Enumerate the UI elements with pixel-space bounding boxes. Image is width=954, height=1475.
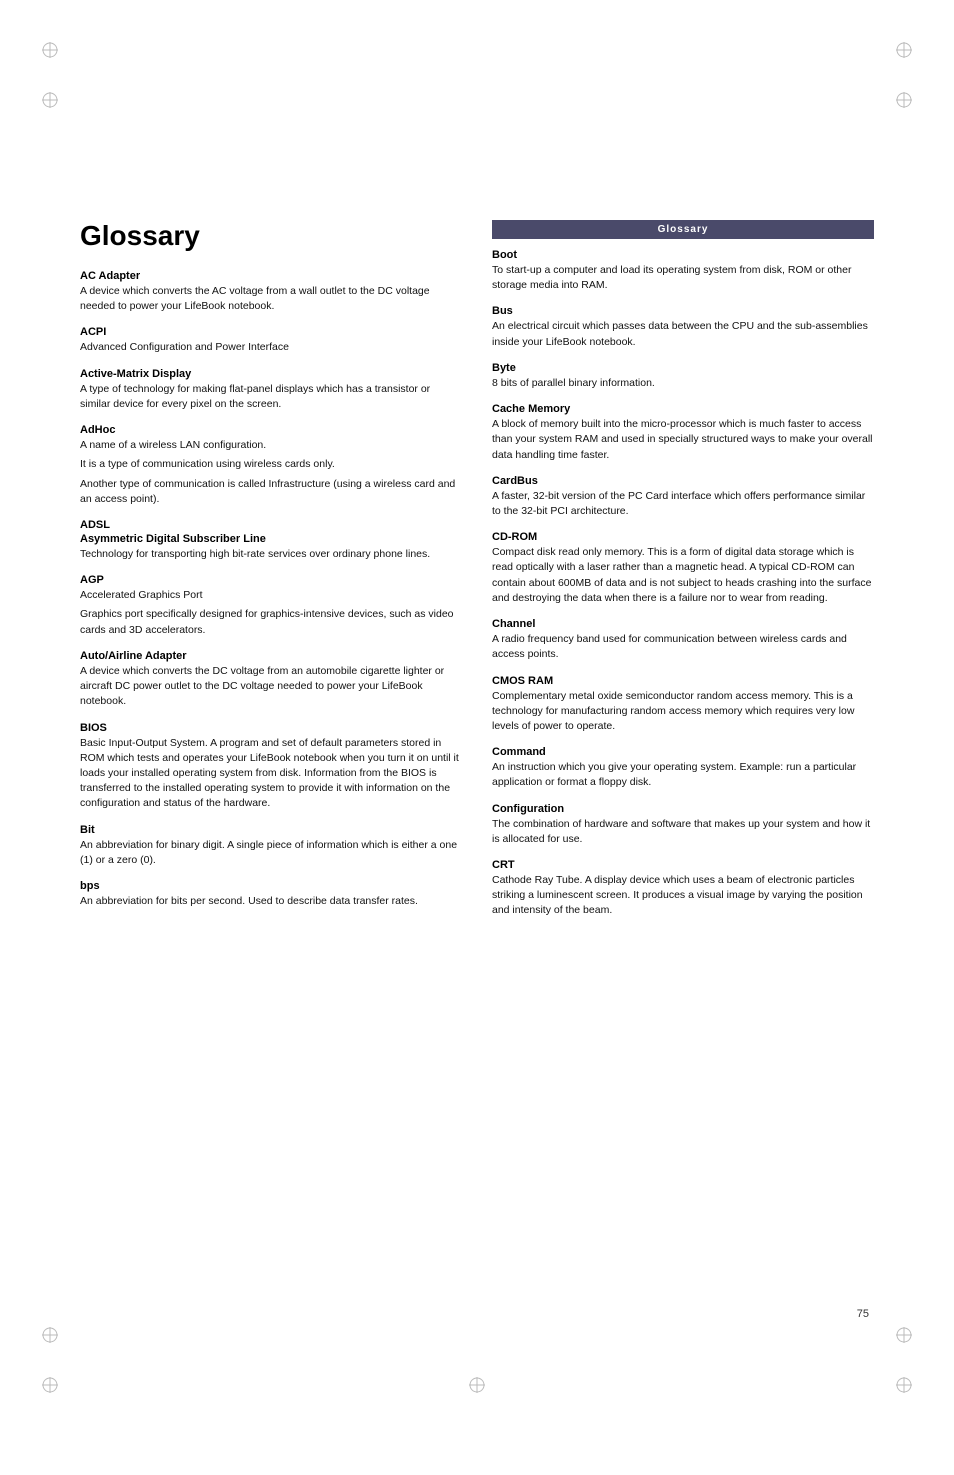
- term-def-agp-extra: Graphics port specifically designed for …: [80, 607, 462, 637]
- term-name-bus: Bus: [492, 305, 874, 317]
- term-def-active-matrix: A type of technology for making flat-pan…: [80, 382, 462, 412]
- left-column: Glossary AC Adapter A device which conve…: [80, 220, 462, 1295]
- term-bios: BIOS Basic Input-Output System. A progra…: [80, 722, 462, 812]
- term-name-bios: BIOS: [80, 722, 462, 734]
- term-name-cd-rom: CD-ROM: [492, 531, 874, 543]
- reg-mark-tr: [894, 40, 914, 60]
- term-def-command: An instruction which you give your opera…: [492, 760, 874, 790]
- term-channel: Channel A radio frequency band used for …: [492, 618, 874, 662]
- term-def-ac-adapter: A device which converts the AC voltage f…: [80, 284, 462, 314]
- term-name-channel: Channel: [492, 618, 874, 630]
- term-byte: Byte 8 bits of parallel binary informati…: [492, 362, 874, 391]
- term-def-bus: An electrical circuit which passes data …: [492, 319, 874, 349]
- term-cd-rom: CD-ROM Compact disk read only memory. Th…: [492, 531, 874, 606]
- reg-mark-br: [894, 1375, 914, 1395]
- right-column: Glossary Boot To start-up a computer and…: [492, 220, 874, 1295]
- term-cmos-ram: CMOS RAM Complementary metal oxide semic…: [492, 675, 874, 735]
- term-def-adhoc-extra1: It is a type of communication using wire…: [80, 457, 462, 472]
- reg-mark-r2: [894, 90, 914, 110]
- term-def-cardbus: A faster, 32-bit version of the PC Card …: [492, 489, 874, 519]
- term-acpi: ACPI Advanced Configuration and Power In…: [80, 326, 462, 355]
- term-def-bios: Basic Input-Output System. A program and…: [80, 736, 462, 812]
- term-name-boot: Boot: [492, 249, 874, 261]
- term-name-ac-adapter: AC Adapter: [80, 270, 462, 282]
- term-command: Command An instruction which you give yo…: [492, 746, 874, 790]
- term-ac-adapter: AC Adapter A device which converts the A…: [80, 270, 462, 314]
- term-def-agp: Accelerated Graphics Port: [80, 588, 462, 603]
- term-name-acpi: ACPI: [80, 326, 462, 338]
- term-def-auto-airline: A device which converts the DC voltage f…: [80, 664, 462, 710]
- reg-mark-l2: [40, 90, 60, 110]
- header-bar: Glossary: [492, 220, 874, 239]
- term-def-cache-memory: A block of memory built into the micro-p…: [492, 417, 874, 463]
- page-title: Glossary: [80, 220, 462, 252]
- term-active-matrix: Active-Matrix Display A type of technolo…: [80, 368, 462, 412]
- term-adsl: ADSL Asymmetric Digital Subscriber Line …: [80, 519, 462, 562]
- term-def-adhoc: A name of a wireless LAN configuration.: [80, 438, 462, 453]
- term-def-cmos-ram: Complementary metal oxide semiconductor …: [492, 689, 874, 735]
- term-name-command: Command: [492, 746, 874, 758]
- reg-mark-bc: [467, 1375, 487, 1395]
- term-agp: AGP Accelerated Graphics Port Graphics p…: [80, 574, 462, 638]
- term-bus: Bus An electrical circuit which passes d…: [492, 305, 874, 349]
- term-subname-adsl: Asymmetric Digital Subscriber Line: [80, 533, 462, 545]
- term-name-bps: bps: [80, 880, 462, 892]
- term-def-adsl: Technology for transporting high bit-rat…: [80, 547, 462, 562]
- term-configuration: Configuration The combination of hardwar…: [492, 803, 874, 847]
- reg-mark-tl: [40, 40, 60, 60]
- term-name-bit: Bit: [80, 824, 462, 836]
- reg-mark-bl: [40, 1375, 60, 1395]
- term-bps: bps An abbreviation for bits per second.…: [80, 880, 462, 909]
- term-auto-airline: Auto/Airline Adapter A device which conv…: [80, 650, 462, 710]
- term-def-byte: 8 bits of parallel binary information.: [492, 376, 874, 391]
- term-def-bps: An abbreviation for bits per second. Use…: [80, 894, 462, 909]
- reg-mark-br2: [894, 1325, 914, 1345]
- term-name-adhoc: AdHoc: [80, 424, 462, 436]
- term-def-acpi: Advanced Configuration and Power Interfa…: [80, 340, 462, 355]
- term-def-boot: To start-up a computer and load its oper…: [492, 263, 874, 293]
- term-def-crt: Cathode Ray Tube. A display device which…: [492, 873, 874, 919]
- term-name-configuration: Configuration: [492, 803, 874, 815]
- term-cache-memory: Cache Memory A block of memory built int…: [492, 403, 874, 463]
- page-number: 75: [857, 1308, 869, 1320]
- term-name-cardbus: CardBus: [492, 475, 874, 487]
- content-area: Glossary AC Adapter A device which conve…: [80, 220, 874, 1295]
- term-name-byte: Byte: [492, 362, 874, 374]
- term-name-active-matrix: Active-Matrix Display: [80, 368, 462, 380]
- term-name-adsl: ADSL: [80, 519, 462, 531]
- term-bit: Bit An abbreviation for binary digit. A …: [80, 824, 462, 868]
- term-def-adhoc-extra2: Another type of communication is called …: [80, 477, 462, 507]
- term-name-cmos-ram: CMOS RAM: [492, 675, 874, 687]
- term-boot: Boot To start-up a computer and load its…: [492, 249, 874, 293]
- term-name-agp: AGP: [80, 574, 462, 586]
- page: Glossary AC Adapter A device which conve…: [0, 0, 954, 1475]
- term-name-cache-memory: Cache Memory: [492, 403, 874, 415]
- term-def-channel: A radio frequency band used for communic…: [492, 632, 874, 662]
- term-name-crt: CRT: [492, 859, 874, 871]
- term-crt: CRT Cathode Ray Tube. A display device w…: [492, 859, 874, 919]
- term-cardbus: CardBus A faster, 32-bit version of the …: [492, 475, 874, 519]
- term-name-auto-airline: Auto/Airline Adapter: [80, 650, 462, 662]
- term-def-cd-rom: Compact disk read only memory. This is a…: [492, 545, 874, 606]
- term-def-configuration: The combination of hardware and software…: [492, 817, 874, 847]
- term-adhoc: AdHoc A name of a wireless LAN configura…: [80, 424, 462, 507]
- term-def-bit: An abbreviation for binary digit. A sing…: [80, 838, 462, 868]
- reg-mark-bl2: [40, 1325, 60, 1345]
